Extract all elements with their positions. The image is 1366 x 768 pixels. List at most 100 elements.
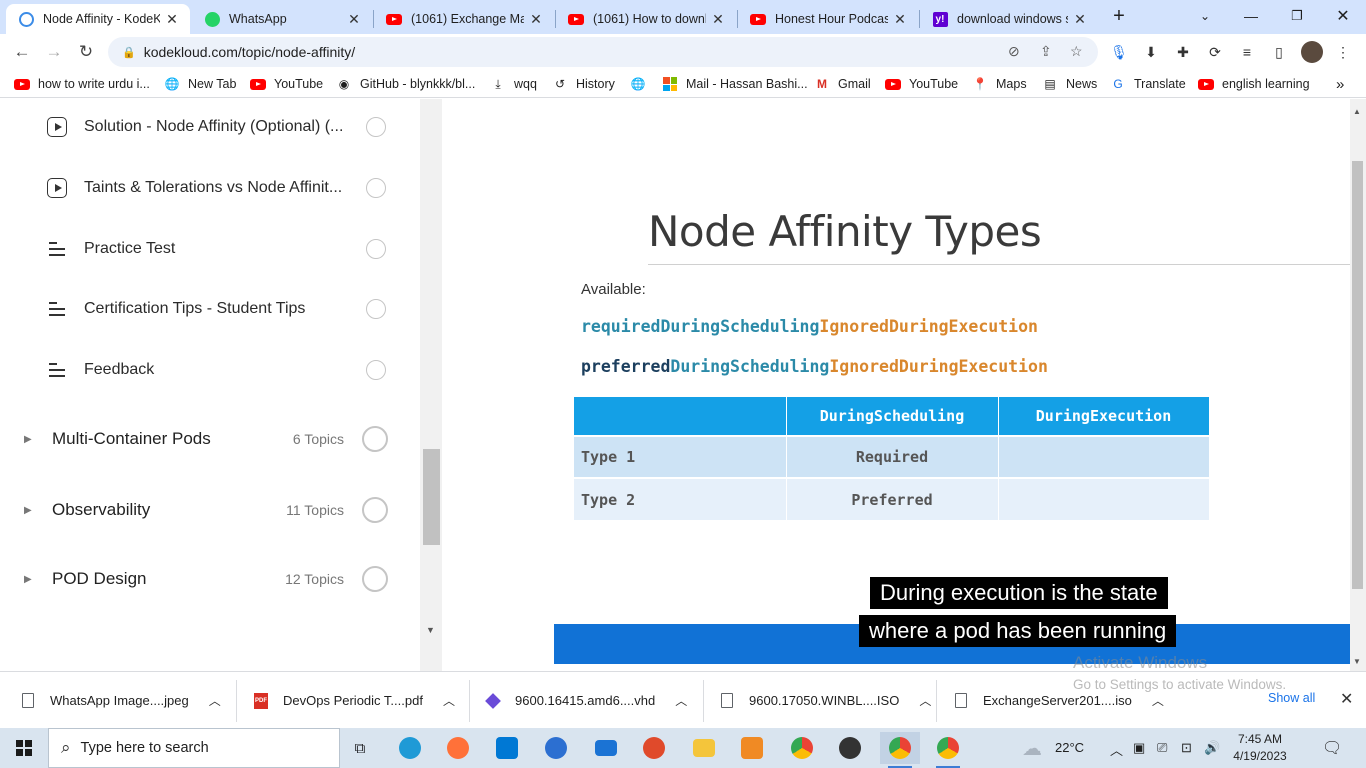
profile-avatar[interactable] <box>1301 41 1323 63</box>
bookmark-item[interactable]: english learning <box>1198 75 1310 93</box>
completion-circle[interactable] <box>366 239 386 259</box>
scroll-down-arrow-icon[interactable]: ▼ <box>426 625 435 635</box>
chrome-profile-icon[interactable] <box>880 732 920 768</box>
task-view-icon[interactable]: ⧉ <box>340 732 380 764</box>
completion-circle[interactable] <box>362 497 388 523</box>
section-multi-container-pods[interactable]: ▶ Multi-Container Pods 6 Topics <box>24 424 388 454</box>
close-downloads-icon[interactable]: ✕ <box>1340 689 1353 709</box>
bookmark-item[interactable]: ↺ History <box>552 75 615 93</box>
bookmark-item[interactable]: ▤ News <box>1042 75 1097 93</box>
download-extension-icon[interactable]: ⬇ <box>1141 42 1161 62</box>
chevron-up-icon[interactable]: ︿ <box>209 692 221 709</box>
store-icon[interactable] <box>487 732 527 764</box>
lesson-item[interactable]: Feedback <box>46 358 386 382</box>
download-item[interactable]: PDF DevOps Periodic T....pdf ︿ <box>253 672 455 729</box>
minimize-button[interactable]: — <box>1228 0 1274 32</box>
edge-icon[interactable] <box>390 732 430 764</box>
bookmark-item[interactable]: YouTube <box>885 75 958 93</box>
network-status-icon[interactable]: ▣ <box>1133 740 1145 756</box>
menu-icon[interactable]: ⋮ <box>1333 42 1353 62</box>
bookmark-item[interactable]: ⤓ wqq <box>490 75 537 93</box>
volume-icon[interactable]: 🔊 <box>1204 740 1220 756</box>
bookmark-item[interactable]: 📍 Maps <box>972 75 1027 93</box>
weather-cloud-icon[interactable]: ☁ <box>1022 736 1042 761</box>
completion-circle[interactable] <box>362 566 388 592</box>
side-panel-icon[interactable]: ▯ <box>1269 42 1289 62</box>
completion-circle[interactable] <box>366 117 386 137</box>
scroll-up-arrow-icon[interactable]: ▲ <box>1353 107 1361 116</box>
start-button[interactable] <box>0 728 48 768</box>
expand-arrow-icon[interactable]: ▶ <box>24 574 34 585</box>
lesson-item[interactable]: Certification Tips - Student Tips <box>46 297 386 321</box>
completion-circle[interactable] <box>366 360 386 380</box>
chevron-up-icon[interactable]: ︿ <box>675 692 687 709</box>
bookmark-item[interactable]: M Gmail <box>814 75 871 93</box>
settings-app-icon[interactable] <box>732 732 772 764</box>
address-bar[interactable]: 🔒 kodekloud.com/topic/node-affinity/ ⊘ ⇪… <box>108 37 1098 67</box>
microphone-icon[interactable]: 🎙 <box>1109 42 1129 62</box>
share-icon[interactable]: ⇪ <box>1040 43 1052 60</box>
tab-exchange-mail[interactable]: (1061) Exchange Mail ✕ <box>374 4 554 34</box>
bookmark-item[interactable]: ◉ GitHub - blynkkk/bl... <box>336 75 476 93</box>
close-tab-icon[interactable]: ✕ <box>1072 11 1088 28</box>
completion-circle[interactable] <box>366 299 386 319</box>
tab-download-windows[interactable]: y! download windows se ✕ <box>920 4 1098 34</box>
download-item[interactable]: 9600.16415.amd6....vhd ︿ <box>485 672 687 729</box>
restore-button[interactable]: ❐ <box>1274 0 1320 32</box>
close-tab-icon[interactable]: ✕ <box>710 11 726 28</box>
tab-node-affinity[interactable]: Node Affinity - KodeK ✕ <box>6 4 190 34</box>
bookmark-item[interactable]: how to write urdu i... <box>14 75 150 93</box>
sync-icon[interactable]: ⟳ <box>1205 42 1225 62</box>
reload-button[interactable]: ↻ <box>72 38 100 66</box>
phone-app-icon[interactable] <box>536 732 576 764</box>
section-observability[interactable]: ▶ Observability 11 Topics <box>24 495 388 525</box>
video-player[interactable]: Node Affinity Types Available: requiredD… <box>442 99 1350 671</box>
tab-search-button[interactable]: ⌄ <box>1182 0 1228 32</box>
chevron-up-icon[interactable]: ︿ <box>443 692 455 709</box>
bookmark-item[interactable]: YouTube <box>250 75 323 93</box>
tab-whatsapp[interactable]: WhatsApp ✕ <box>192 4 372 34</box>
taskbar-search[interactable]: ⌕ Type here to search <box>48 728 340 768</box>
close-tab-icon[interactable]: ✕ <box>346 11 362 28</box>
completion-circle[interactable] <box>362 426 388 452</box>
close-window-button[interactable]: ✕ <box>1320 0 1366 32</box>
close-tab-icon[interactable]: ✕ <box>164 11 180 28</box>
notifications-icon[interactable]: 🗨 <box>1322 738 1342 758</box>
app-icon[interactable] <box>634 732 674 764</box>
download-item[interactable]: 9600.17050.WINBL....ISO ︿ <box>719 672 931 729</box>
close-tab-icon[interactable]: ✕ <box>528 11 544 28</box>
expand-arrow-icon[interactable]: ▶ <box>24 434 34 445</box>
lesson-item[interactable]: Taints & Tolerations vs Node Affinit... <box>46 176 386 200</box>
show-all-button[interactable]: Show all <box>1268 691 1315 705</box>
bookmark-star-icon[interactable]: ☆ <box>1070 43 1083 60</box>
system-clock[interactable]: 7:45 AM 4/19/2023 <box>1228 731 1292 765</box>
chevron-up-icon[interactable]: ︿ <box>1152 692 1164 709</box>
chrome-profile-h-icon[interactable] <box>928 732 968 768</box>
forward-button[interactable]: → <box>40 38 68 66</box>
mail-icon[interactable] <box>586 732 626 764</box>
sidebar-scrollbar-thumb[interactable] <box>423 449 440 545</box>
chevron-up-icon[interactable]: ︿ <box>919 692 931 709</box>
lesson-item[interactable]: Practice Test <box>46 237 386 261</box>
section-pod-design[interactable]: ▶ POD Design 12 Topics <box>24 564 388 594</box>
tab-how-to-download[interactable]: (1061) How to downlo ✕ <box>556 4 736 34</box>
expand-arrow-icon[interactable]: ▶ <box>24 505 34 516</box>
bookmark-item[interactable]: 🌐 <box>630 75 654 93</box>
close-tab-icon[interactable]: ✕ <box>892 11 908 28</box>
new-tab-button[interactable]: + <box>1096 0 1142 32</box>
obs-icon[interactable] <box>830 732 870 764</box>
bookmark-item[interactable]: G Translate <box>1110 75 1185 93</box>
weather-temperature[interactable]: 22°C <box>1055 740 1084 755</box>
extensions-icon[interactable]: ✚ <box>1173 42 1193 62</box>
sidebar-scrollbar-track[interactable] <box>420 99 442 671</box>
firefox-icon[interactable] <box>438 732 478 764</box>
tray-overflow-icon[interactable]: ︿ <box>1110 740 1123 759</box>
page-performance-icon[interactable]: ⊘ <box>1008 43 1020 60</box>
lesson-item[interactable]: Solution - Node Affinity (Optional) (... <box>46 115 386 139</box>
page-scrollbar-thumb[interactable] <box>1352 161 1363 589</box>
device-icon[interactable]: ⎚ <box>1157 740 1167 756</box>
tab-honest-hour[interactable]: Honest Hour Podcast ✕ <box>738 4 918 34</box>
bookmark-item[interactable]: 🌐 New Tab <box>164 75 237 93</box>
completion-circle[interactable] <box>366 178 386 198</box>
scroll-down-arrow-icon[interactable]: ▼ <box>1353 657 1361 666</box>
